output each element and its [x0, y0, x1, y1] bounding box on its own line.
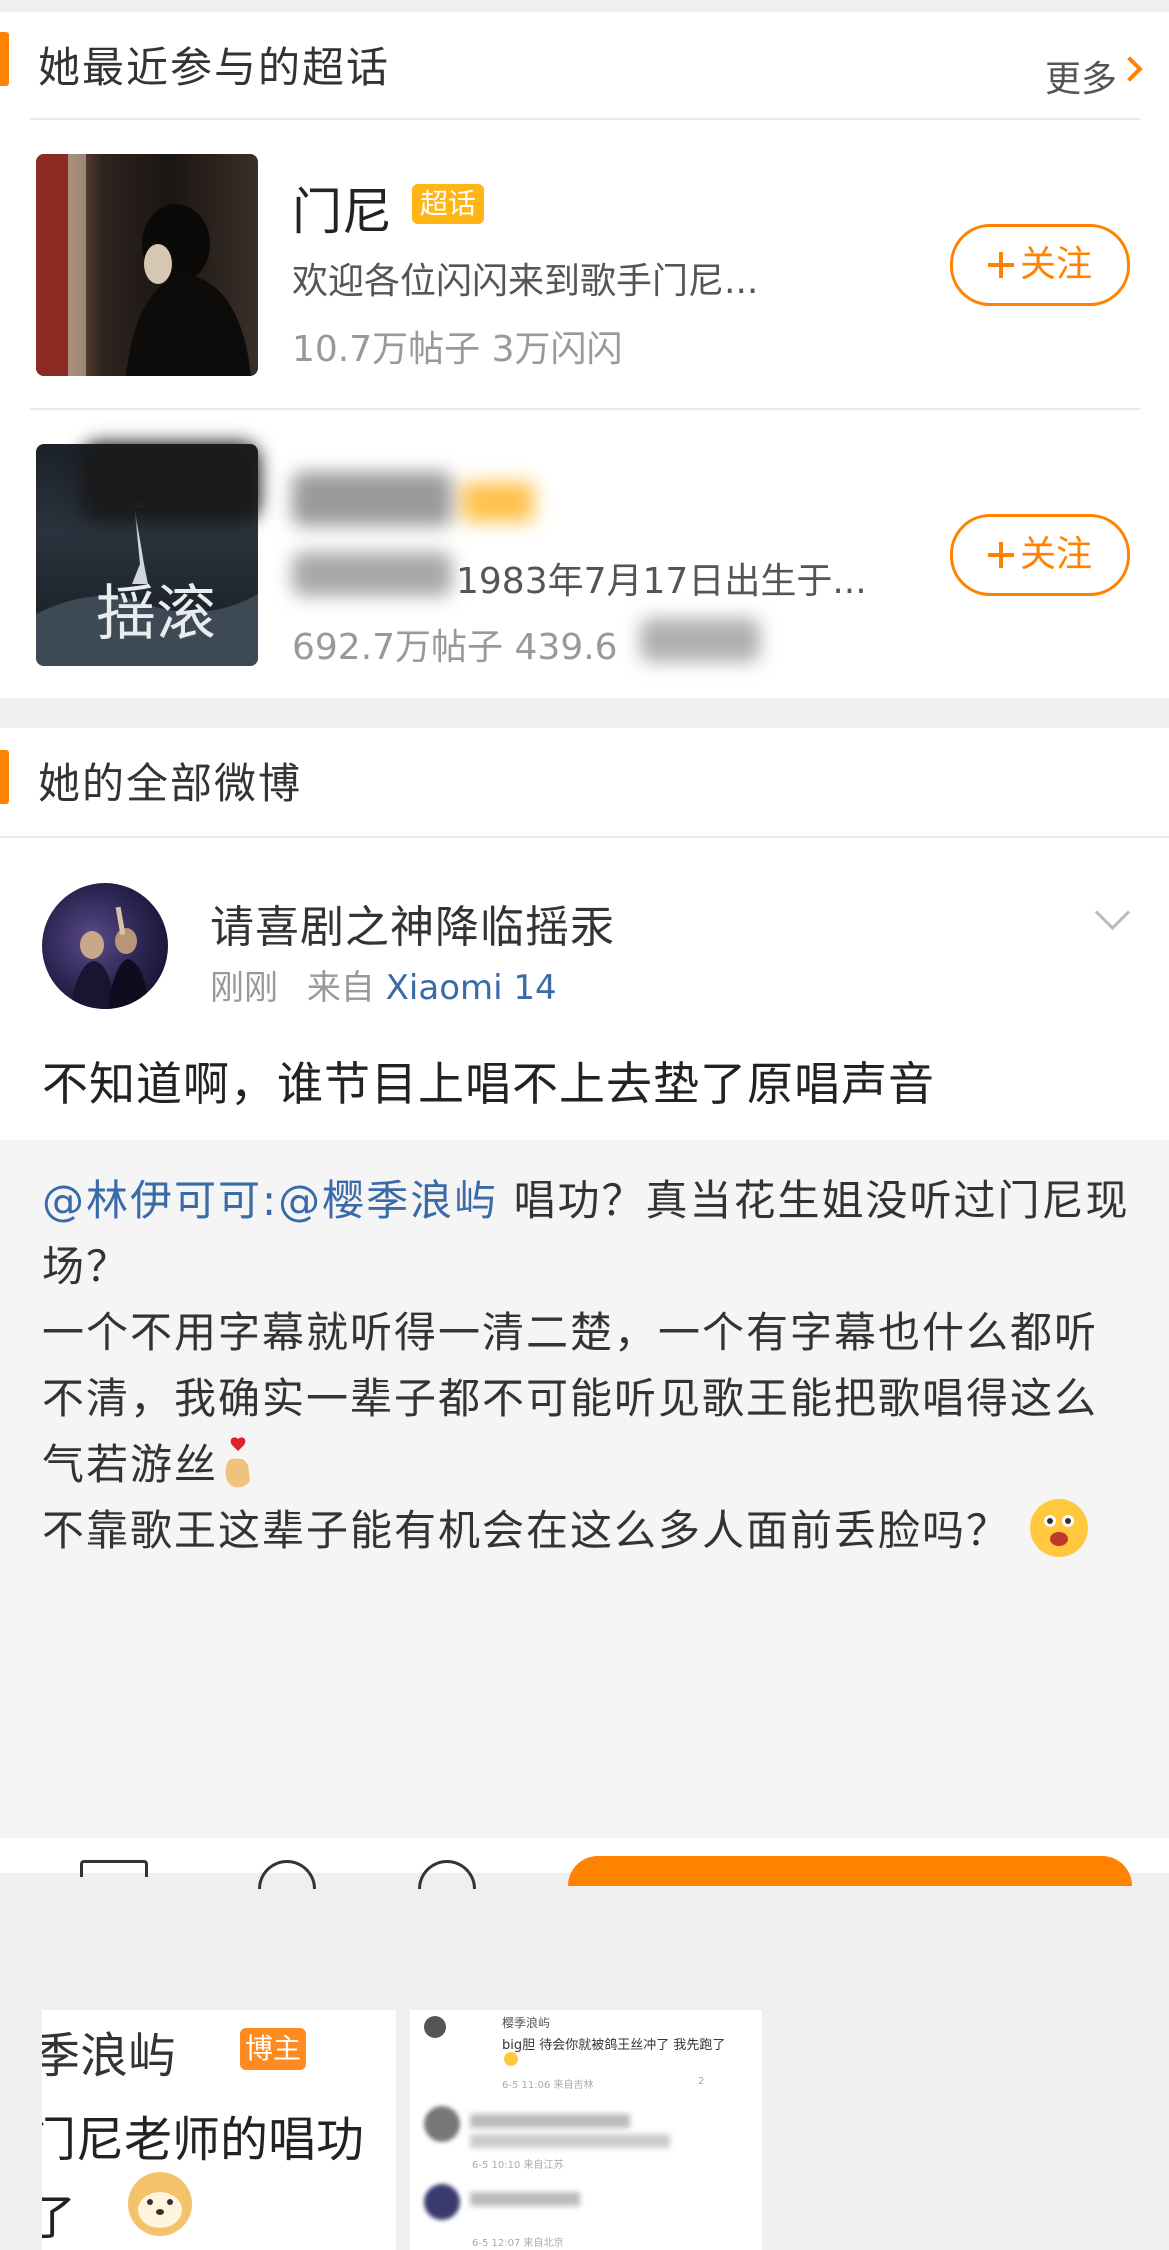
message-icon[interactable] [418, 1860, 476, 1889]
blurred-stats-end [640, 618, 760, 662]
topic-description: 欢迎各位闪闪来到歌手门尼... [292, 261, 759, 302]
divider [0, 836, 1169, 838]
comment-icon[interactable] [258, 1860, 316, 1889]
avatar-art [70, 906, 150, 1009]
doge-emoji-icon [128, 2172, 192, 2236]
blurred-desc-start [292, 552, 452, 596]
plus-icon [987, 252, 1014, 278]
finger-heart-emoji-art [225, 1437, 251, 1488]
follow-action-button[interactable] [568, 1856, 1132, 1886]
blurred-topic-name [292, 472, 452, 526]
topic-stats: 692.7万帖子 439.6 [292, 627, 618, 668]
divider [30, 408, 1140, 410]
supertopic-badge: 超话 [412, 184, 484, 224]
topic-cover-image [36, 154, 258, 376]
avatar[interactable] [42, 883, 168, 1009]
post-from-label: 来自 [306, 968, 375, 1008]
image1-line2: 了 [42, 2190, 77, 2246]
post-source[interactable]: Xiaomi 14 [386, 968, 557, 1008]
follow-label: 关注 [1019, 244, 1092, 285]
image2-meta: 6-5 12:07 来自北京 [472, 2238, 564, 2249]
more-link[interactable]: 更多 [1045, 50, 1117, 102]
repost-line: 一个不用字幕就听得一清二楚，一个有字幕也什么都听不清，我确实一辈子都不可能听见歌… [42, 1308, 1099, 1489]
section-accent-bar [0, 32, 9, 86]
blurred-cover-corner [80, 442, 260, 522]
topic-cover-art [36, 154, 251, 376]
emoji-icon [504, 2052, 518, 2066]
section-accent-bar [0, 750, 9, 804]
blurred-comment [470, 2192, 580, 2206]
follow-button[interactable]: 关注 [950, 514, 1130, 596]
blurred-badge [462, 482, 534, 522]
supertopics-section: 她最近参与的超话 更多 门尼 超话 欢迎各位闪闪来到歌手门尼... 10.7万帖… [0, 12, 1169, 698]
avatar [424, 2016, 446, 2038]
image1-name-text: 季浪屿 [42, 2028, 177, 2084]
image2-author: 樱季浪屿 [502, 2016, 551, 2030]
repost-image-2[interactable]: 樱季浪屿 big胆 待会你就被鸽王丝冲了 我先跑了 6-5 11:06 来自吉林… [410, 2010, 762, 2250]
chevron-right-icon[interactable] [1117, 56, 1143, 82]
follow-label: 关注 [1019, 534, 1092, 575]
tongue-face-emoji-icon [1030, 1499, 1089, 1557]
follow-button[interactable]: 关注 [950, 224, 1130, 306]
mention-link[interactable]: @林伊可可 [42, 1176, 262, 1225]
post-time: 刚刚 [210, 968, 278, 1008]
tongue-face-emoji-art [1044, 1515, 1075, 1546]
mention-link[interactable]: :@樱季浪屿 [262, 1176, 498, 1225]
repost-block[interactable]: @林伊可可:@樱季浪屿 唱功？真当花生姐没听过门尼现场？ 一个不用字幕就听得一清… [0, 1140, 1169, 2250]
edit-icon[interactable] [80, 1860, 148, 1877]
repost-text: @林伊可可:@樱季浪屿 唱功？真当花生姐没听过门尼现场？ 一个不用字幕就听得一清… [42, 1168, 1132, 1564]
topic-name: 门尼 [292, 183, 392, 241]
doge-emoji-art [138, 2192, 182, 2228]
chevron-down-icon[interactable] [1094, 894, 1131, 931]
blurred-comment [470, 2134, 670, 2148]
image1-line1: 门尼老师的唱功 [42, 2112, 365, 2168]
blurred-comment [470, 2114, 630, 2128]
image1-badge: 博主 [240, 2028, 306, 2070]
topic-description: 1983年7月17日出生于... [456, 561, 867, 602]
post-username[interactable]: 请喜剧之神降临摇汞 [210, 891, 615, 955]
repost-line: 不靠歌王这辈子能有机会在这么多人面前丢脸吗？ [42, 1506, 1011, 1555]
topic-stats: 10.7万帖子 3万闪闪 [292, 329, 623, 370]
post-text: 不知道啊，谁节目上唱不上去垫了原唱声音 [42, 1057, 935, 1111]
post-meta: 刚刚 来自 Xiaomi 14 [210, 960, 557, 1009]
plus-icon [987, 542, 1014, 568]
weibo-section: 她的全部微博 请喜剧之神降临摇汞 刚刚 来自 Xiaomi 14 不知道啊，谁节… [0, 728, 1169, 2250]
cover-text: 揺滚 [96, 579, 216, 649]
repost-image-1[interactable]: 季浪屿 博主 门尼老师的唱功 了 [42, 2010, 396, 2250]
image2-meta: 6-5 10:10 来自江苏 [472, 2160, 564, 2171]
avatar [424, 2184, 460, 2220]
divider [30, 118, 1140, 120]
supertopics-title: 她最近参与的超话 [38, 43, 391, 92]
like-count: 2 [698, 2076, 705, 2087]
finger-heart-emoji-icon [218, 1437, 258, 1489]
image2-text: big胆 待会你就被鸽王丝冲了 我先跑了 [502, 2038, 726, 2053]
weibo-title: 她的全部微博 [38, 759, 303, 808]
avatar [424, 2106, 460, 2142]
image2-meta: 6-5 11:06 来自吉林 [502, 2080, 594, 2091]
